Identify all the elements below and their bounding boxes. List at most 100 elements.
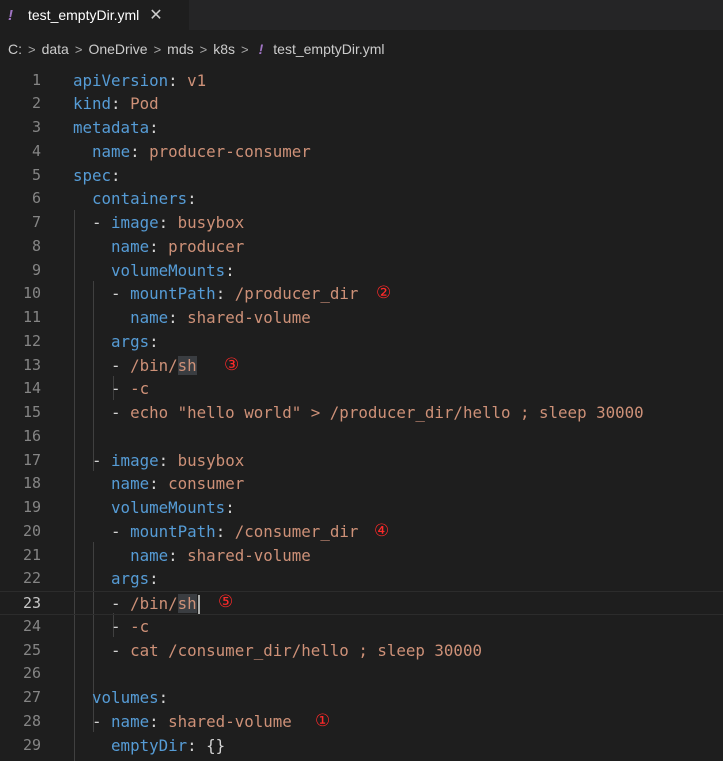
yaml-value: -c [130,379,150,399]
code-editor[interactable]: 1 apiVersion: v1 2 kind: Pod 3 metadata: 4 nam… [0,68,723,761]
punctuation: : [168,545,188,565]
annotation-marker: ① [315,710,331,731]
code-line[interactable]: 11 name: shared-volume [0,306,723,330]
punctuation: : [158,688,169,707]
line-text: name: shared-volume [73,306,311,330]
chevron-right-icon: > [199,41,208,57]
code-line[interactable]: 18 name: consumer [0,472,723,496]
yaml-key: name [111,474,150,494]
code-line[interactable]: 7 - image: busybox [0,211,723,235]
punctuation [73,237,111,256]
chevron-right-icon: > [74,41,83,57]
yaml-file-icon: ! [8,6,13,24]
tab-bar: ! test_emptyDir.yml ✕ [0,0,723,30]
breadcrumb-item-file[interactable]: test_emptyDir.yml [273,41,384,57]
punctuation [73,736,111,755]
code-line[interactable]: 9 volumeMounts: [0,259,723,283]
tab-test-emptydir[interactable]: ! test_emptyDir.yml ✕ [0,0,189,30]
code-line[interactable]: 1 apiVersion: v1 [0,69,723,93]
line-number: 4 [31,141,41,160]
punctuation: : [158,213,178,232]
line-number: 27 [22,688,41,706]
code-line[interactable]: 12 args: [0,330,723,354]
yaml-key: image [111,213,159,232]
punctuation: - [73,213,112,232]
breadcrumb: C: > data > OneDrive > mds > k8s > ! tes… [0,30,723,68]
yaml-key: kind [73,94,112,114]
line-text: name: producer [73,235,244,259]
breadcrumb-item-data[interactable]: data [42,41,69,57]
yaml-key: args [111,569,150,589]
line-number: 18 [22,474,41,493]
code-line[interactable]: 21 name: shared-volume [0,544,723,568]
code-line[interactable]: 27 volumes: [0,686,723,710]
code-line[interactable]: 14 - -c [0,377,723,401]
breadcrumb-item-drive[interactable]: C: [8,41,22,57]
line-text: metadata: [73,116,159,140]
text-cursor [197,595,200,614]
line-text: emptyDir: {} [73,734,225,758]
line-number: 11 [22,308,41,326]
code-line[interactable]: 28 - name: shared-volume [0,710,723,734]
yaml-value: sh [177,594,197,613]
punctuation: : [215,521,235,541]
code-line[interactable]: 29 emptyDir: {} [0,734,723,758]
code-line[interactable]: 13 - /bin/sh [0,354,723,378]
code-line[interactable]: 17 - image: busybox [0,449,723,473]
code-line[interactable]: 24 - -c [0,615,723,639]
yaml-key: emptyDir [111,735,188,755]
code-line[interactable]: 5 spec: [0,164,723,188]
code-line[interactable]: 3 metadata: [0,116,723,140]
code-line[interactable]: 10 - mountPath: /producer_dir [0,282,723,306]
yaml-key: volumes [92,688,159,707]
punctuation: - [73,594,131,613]
yaml-value: shared-volume [168,711,292,731]
code-line[interactable]: 16 [0,425,723,449]
punctuation [73,189,92,208]
code-line[interactable]: 26 [0,662,723,686]
code-line[interactable]: 4 name: producer-consumer [0,140,723,164]
code-line[interactable]: 8 name: producer [0,235,723,259]
code-line[interactable]: 25 - cat /consumer_dir/hello ; sleep 300… [0,639,723,663]
yaml-key: name [130,308,169,327]
punctuation: : [168,308,188,327]
yaml-value: v1 [187,70,207,90]
line-number: 14 [22,379,41,398]
punctuation: {} [206,735,226,755]
line-text: kind: Pod [73,92,159,116]
yaml-value: /bin/ [130,594,178,613]
punctuation [73,261,111,280]
line-text: apiVersion: v1 [73,69,206,93]
line-number: 2 [31,94,41,113]
yaml-file-icon: ! [258,41,264,57]
line-text: name: producer-consumer [73,140,311,164]
code-line[interactable]: 22 args: [0,567,723,591]
line-text: volumes: [73,686,168,710]
yaml-value: shared-volume [187,545,311,565]
line-text: containers: [73,187,197,211]
punctuation: : [187,735,207,755]
chevron-right-icon: > [241,41,249,57]
code-line[interactable]: 15 - echo "hello world" > /producer_dir/… [0,401,723,425]
line-number: 1 [31,70,41,89]
yaml-key: name [92,141,131,161]
breadcrumb-item-mds[interactable]: mds [167,41,193,57]
line-number: 12 [22,331,41,350]
line-number: 6 [31,189,41,208]
yaml-value: consumer [168,474,245,494]
code-line[interactable]: 6 containers: [0,187,723,211]
close-icon[interactable]: ✕ [149,5,162,25]
code-line[interactable]: 20 - mountPath: /consumer_dir [0,520,723,544]
code-line[interactable]: 19 volumeMounts: [0,496,723,520]
yaml-key: mountPath [130,521,216,541]
yaml-key: name [111,711,150,731]
annotation-marker: ④ [374,520,390,541]
code-line[interactable]: 23 - /bin/sh [0,591,723,615]
tab-title: test_emptyDir.yml [28,7,140,23]
yaml-value: /bin/ [130,355,178,375]
breadcrumb-item-k8s[interactable]: k8s [213,41,235,57]
punctuation: : [149,569,159,589]
breadcrumb-item-onedrive[interactable]: OneDrive [88,41,147,57]
line-text: - name: shared-volume [73,710,292,734]
code-line[interactable]: 2 kind: Pod [0,92,723,116]
